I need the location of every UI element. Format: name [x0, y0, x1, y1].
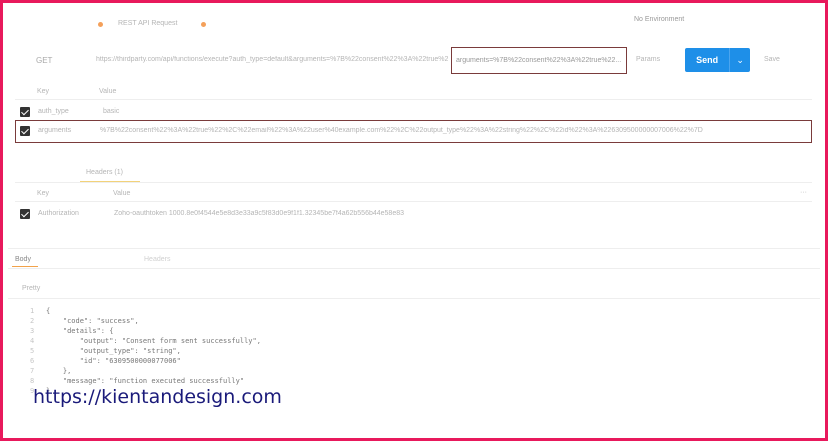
line-numbers: 1 2 3 4 5 6 7 8 9: [30, 307, 35, 395]
url-highlight-box: arguments=%7B%22consent%22%3A%22true%22.…: [451, 47, 627, 74]
param-key[interactable]: arguments: [38, 127, 71, 134]
divider: [8, 298, 820, 299]
watermark: https://kientandesign.com: [33, 386, 282, 408]
params-value-header: Value: [99, 88, 117, 95]
response-body: { "code": "success", "details": { "outpu…: [46, 307, 261, 395]
environment-selector[interactable]: No Environment: [634, 16, 684, 23]
chevron-down-icon[interactable]: ⌄: [729, 48, 750, 72]
headers-value-header: Value: [113, 190, 131, 197]
status-dot: [98, 22, 103, 27]
params-key-header: Key: [37, 88, 50, 95]
send-button[interactable]: Send ⌄: [685, 48, 750, 72]
param-key[interactable]: auth_type: [38, 108, 69, 115]
divider: [8, 268, 820, 269]
more-icon[interactable]: ···: [800, 189, 807, 196]
divider: [15, 99, 812, 100]
header-checkbox[interactable]: [20, 209, 30, 219]
view-selector[interactable]: Pretty: [22, 285, 40, 292]
unsaved-dot: [201, 22, 206, 27]
save-button[interactable]: Save: [764, 56, 780, 63]
divider: [15, 201, 812, 202]
headers-key-header: Key: [37, 190, 50, 197]
param-value[interactable]: %7B%22consent%22%3A%22true%22%2C%22email…: [100, 127, 800, 134]
tab-body[interactable]: Body: [15, 256, 31, 263]
method-selector[interactable]: GET: [36, 56, 52, 65]
params-button[interactable]: Params: [636, 56, 660, 63]
url-highlight-text: arguments=%7B%22consent%22%3A%22true%22.…: [456, 57, 621, 64]
tab-headers[interactable]: Headers (1): [86, 169, 123, 176]
send-label: Send: [696, 55, 719, 65]
tab-response-headers[interactable]: Headers: [144, 256, 170, 263]
divider: [8, 248, 820, 249]
header-key[interactable]: Authorization: [38, 210, 79, 217]
divider: [15, 182, 812, 183]
url-input[interactable]: https://thirdparty.com/api/functions/exe…: [96, 56, 448, 63]
active-tab-underline: [12, 266, 38, 267]
param-checkbox[interactable]: [20, 107, 30, 117]
param-checkbox[interactable]: [20, 126, 30, 136]
request-tab-label[interactable]: REST API Request: [118, 20, 177, 27]
header-value[interactable]: Zoho-oauthtoken 1000.8e0f4544e5e8d3e33a9…: [114, 210, 514, 217]
param-value[interactable]: basic: [103, 108, 119, 115]
